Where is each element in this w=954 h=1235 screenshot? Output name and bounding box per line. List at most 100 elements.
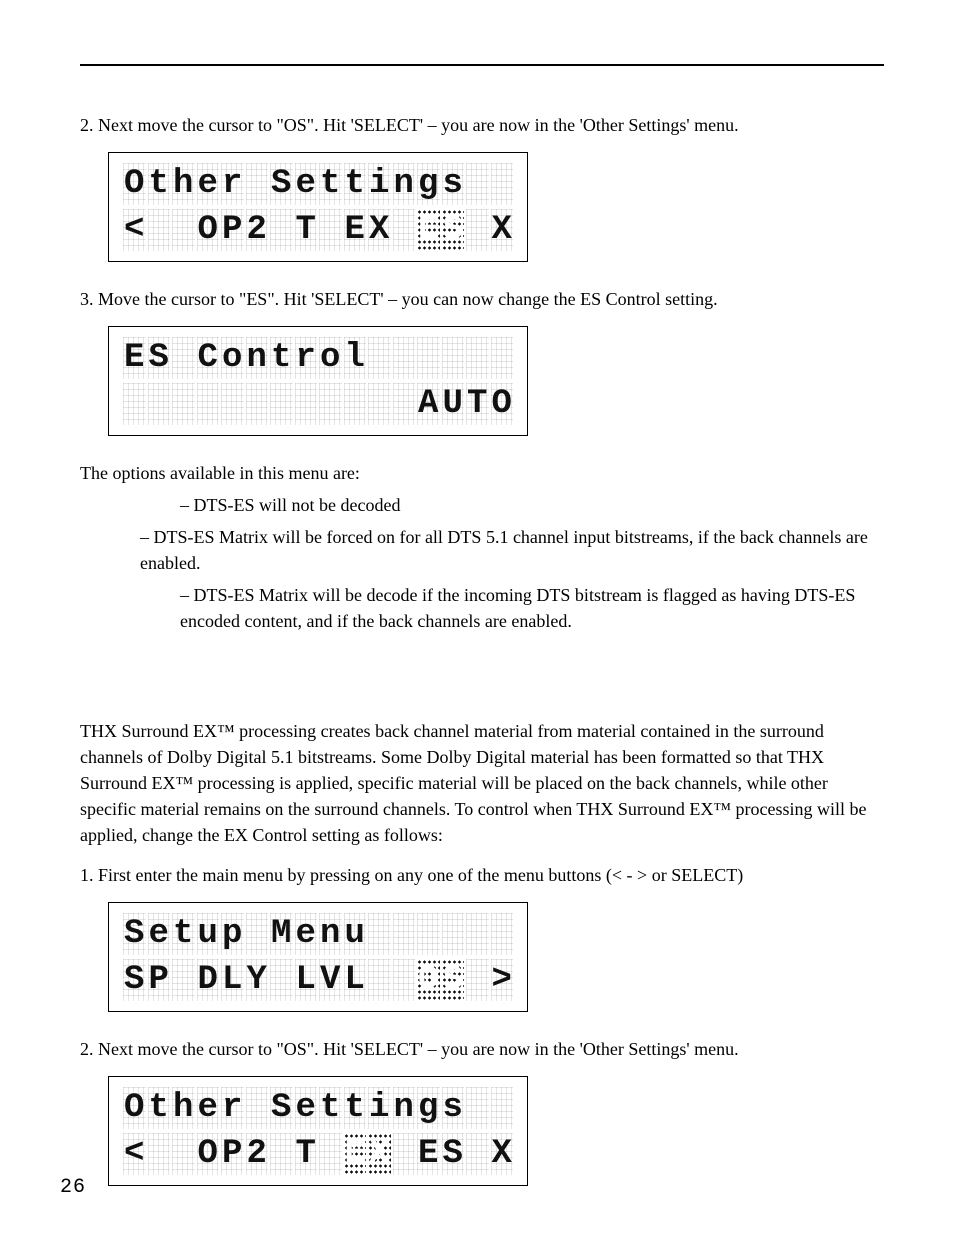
lcd-other-settings-es: OtherSettings<OP2TEXESX [108, 152, 884, 262]
lcd-cell: 2 [246, 209, 269, 251]
lcd-row: OtherSettings [123, 163, 513, 205]
lcd-cell: i [368, 163, 391, 205]
lcd-cell: < [123, 1133, 146, 1175]
lcd-cell [172, 209, 195, 251]
lcd-cell [246, 1087, 269, 1129]
lcd-cell: V [319, 959, 342, 1001]
lcd-row: ESControl [123, 337, 513, 379]
lcd-row: OtherSettings [123, 1087, 513, 1129]
lcd-cell [368, 383, 391, 425]
lcd-cell: P [148, 959, 171, 1001]
lcd-cell: s [442, 1087, 465, 1129]
step-2b: 2. Next move the cursor to "OS". Hit 'SE… [80, 1036, 884, 1062]
lcd-cell: E [344, 1133, 367, 1175]
lcd-cell [491, 163, 514, 205]
lcd-cell [417, 913, 440, 955]
lcd-cell: E [417, 209, 440, 251]
lcd-cell [393, 959, 416, 1001]
lcd-cell: t [270, 337, 293, 379]
lcd-cell: e [295, 913, 318, 955]
lcd-cell [417, 337, 440, 379]
lcd-cell: O [197, 209, 220, 251]
lcd-cell [148, 209, 171, 251]
lcd-cell: S [148, 337, 171, 379]
lcd-cell [172, 959, 195, 1001]
lcd-cell [368, 337, 391, 379]
lcd-cell: t [148, 1087, 171, 1129]
lcd-cell: n [246, 337, 269, 379]
lcd-cell: X [491, 1133, 514, 1175]
lcd-cell [319, 1133, 342, 1175]
lcd-cell: L [344, 959, 367, 1001]
lcd-cell: S [123, 959, 146, 1001]
option-auto: – DTS-ES Matrix will be decode if the in… [80, 582, 884, 634]
lcd-cell [246, 913, 269, 955]
lcd-cell: u [197, 913, 220, 955]
top-rule [80, 64, 884, 66]
lcd-cell [393, 1133, 416, 1175]
lcd-cell: > [491, 959, 514, 1001]
lcd-cell: 2 [246, 1133, 269, 1175]
option-on: – DTS-ES Matrix will be forced on for al… [80, 524, 884, 576]
lcd-cell: h [172, 1087, 195, 1129]
lcd-cell: t [344, 163, 367, 205]
lcd-cell: O [123, 1087, 146, 1129]
lcd-cell: e [197, 1087, 220, 1129]
lcd-cell: E [417, 1133, 440, 1175]
lcd-cell [466, 163, 489, 205]
lcd-cell [172, 337, 195, 379]
lcd-cell [172, 1133, 195, 1175]
step-1: 1. First enter the main menu by pressing… [80, 862, 884, 888]
lcd-cell [393, 913, 416, 955]
lcd-cell: g [417, 163, 440, 205]
page-number: 26 [60, 1176, 86, 1199]
lcd-cell: r [295, 337, 318, 379]
lcd-cell [466, 959, 489, 1001]
lcd-cell: n [319, 913, 342, 955]
lcd-cell: n [393, 163, 416, 205]
lcd-cell: t [344, 1087, 367, 1129]
lcd-cell [491, 337, 514, 379]
lcd-cell: r [221, 1087, 244, 1129]
lcd-cell: L [295, 959, 318, 1001]
lcd-row: <OP2TEXESX [123, 209, 513, 251]
lcd-cell [368, 959, 391, 1001]
lcd-cell [270, 1133, 293, 1175]
options-intro: The options available in this menu are: [80, 460, 884, 486]
lcd-cell [393, 209, 416, 251]
lcd-cell: o [319, 337, 342, 379]
lcd-cell: X [368, 1133, 391, 1175]
lcd-cell: S [270, 1087, 293, 1129]
lcd-cell: S [442, 959, 465, 1001]
lcd-cell [491, 913, 514, 955]
lcd-cell [466, 913, 489, 955]
lcd-cell: o [221, 337, 244, 379]
lcd-cell: S [123, 913, 146, 955]
lcd-cell: h [172, 163, 195, 205]
lcd-cell [246, 163, 269, 205]
lcd-cell: O [123, 163, 146, 205]
lcd-cell: T [466, 383, 489, 425]
lcd-cell: e [197, 163, 220, 205]
lcd-cell: p [221, 913, 244, 955]
lcd-es-control: ESControlAUTO [108, 326, 884, 436]
lcd-cell: t [319, 1087, 342, 1129]
lcd-cell: n [393, 1087, 416, 1129]
manual-page: 2. Next move the cursor to "OS". Hit 'SE… [0, 0, 954, 1235]
lcd-row: SetupMenu [123, 913, 513, 955]
lcd-cell: l [344, 337, 367, 379]
lcd-cell: X [368, 209, 391, 251]
lcd-cell: E [123, 337, 146, 379]
lcd-cell: e [148, 913, 171, 955]
lcd-cell [172, 383, 195, 425]
thx-paragraph: THX Surround EX™ processing creates back… [80, 718, 884, 848]
lcd-cell: O [197, 1133, 220, 1175]
lcd-cell [246, 383, 269, 425]
lcd-cell: E [344, 209, 367, 251]
lcd-cell: O [417, 959, 440, 1001]
lcd-cell: < [123, 209, 146, 251]
lcd-cell: L [221, 959, 244, 1001]
lcd-cell: A [417, 383, 440, 425]
lcd-cell [148, 383, 171, 425]
lcd-cell: r [221, 163, 244, 205]
